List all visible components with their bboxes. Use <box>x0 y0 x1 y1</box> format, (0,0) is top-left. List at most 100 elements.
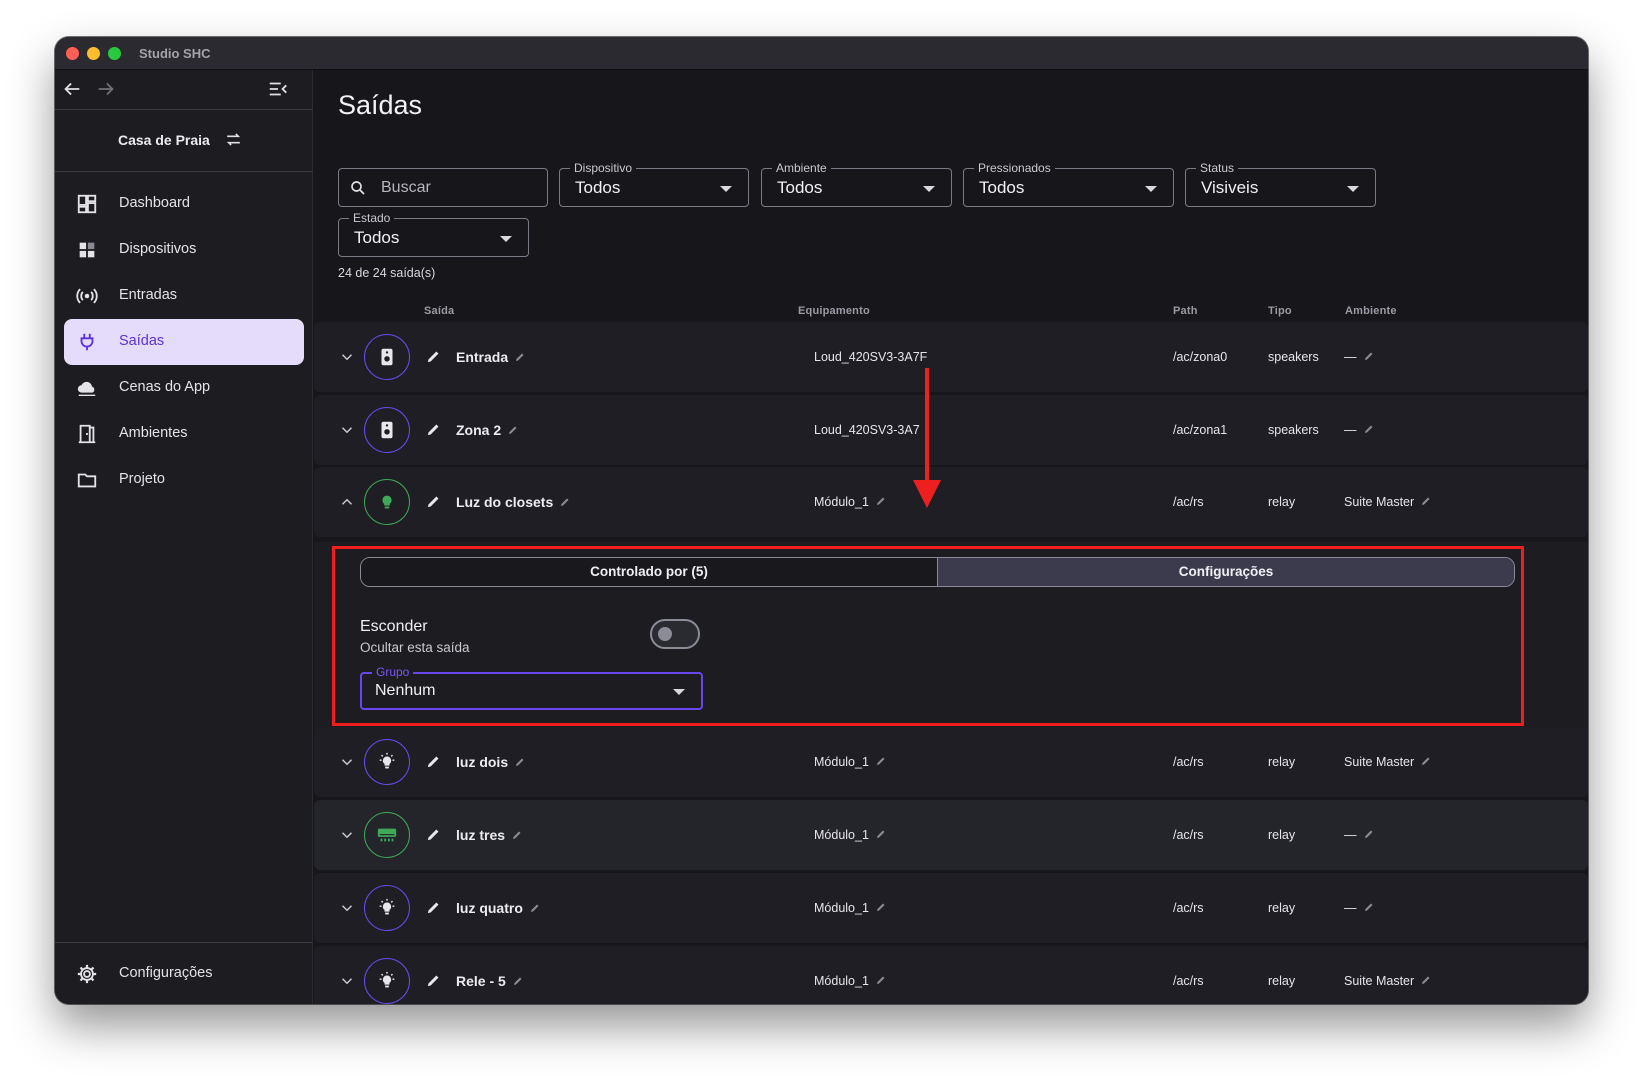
column-header-equipamento: Equipamento <box>798 305 870 317</box>
house-name[interactable]: Casa de Praia <box>118 132 210 148</box>
bulb-icon[interactable] <box>364 739 410 785</box>
bulb-icon[interactable] <box>364 885 410 931</box>
hide-toggle[interactable] <box>650 619 700 649</box>
table-row-expanded[interactable]: Luz do closets Módulo_1 /ac/rs relay Sui… <box>314 467 1588 537</box>
sidebar-item-configuracoes[interactable]: Configurações <box>64 951 304 997</box>
edit-icon[interactable] <box>425 421 442 438</box>
rename-pencil-icon[interactable] <box>511 829 523 841</box>
equipment-pencil-icon[interactable] <box>875 495 887 507</box>
filter-label: Dispositivo <box>570 160 637 176</box>
folder-icon <box>77 473 97 488</box>
filter-dispositivo[interactable]: Dispositivo Todos <box>559 160 749 207</box>
ambiente-pencil-icon[interactable] <box>1420 974 1432 986</box>
detail-tabs: Controlado por (5) Configurações <box>360 557 1515 587</box>
type-value: relay <box>1268 901 1296 915</box>
table-row[interactable]: Entrada Loud_420SV3-3A7F /ac/zona0 speak… <box>314 322 1588 392</box>
table-row[interactable]: Rele - 5 Módulo_1 /ac/rs relay Suite Mas… <box>314 946 1588 1004</box>
filter-status[interactable]: Status Visiveis <box>1185 160 1376 207</box>
air-conditioner-icon[interactable] <box>364 812 410 858</box>
speaker-icon[interactable] <box>364 407 410 453</box>
forward-arrow-icon[interactable] <box>95 78 117 100</box>
rename-pencil-icon[interactable] <box>512 975 524 987</box>
sidebar-item-dispositivos[interactable]: Dispositivos <box>64 227 304 273</box>
dropdown-caret-icon <box>923 186 935 192</box>
table-row[interactable]: luz tres Módulo_1 /ac/rs relay — <box>314 800 1588 870</box>
table-row[interactable]: Zona 2 Loud_420SV3-3A7 /ac/zona1 speaker… <box>314 395 1588 465</box>
ambiente-value: Suite Master <box>1344 974 1415 988</box>
sidebar-item-projeto[interactable]: Projeto <box>64 457 304 503</box>
history-nav <box>55 70 313 110</box>
speaker-icon[interactable] <box>364 334 410 380</box>
house-selector: Casa de Praia <box>55 110 313 172</box>
filter-label: Status <box>1196 160 1239 176</box>
ambiente-pencil-icon[interactable] <box>1363 828 1375 840</box>
edit-icon[interactable] <box>425 493 442 510</box>
close-window-button[interactable] <box>66 47 79 60</box>
ambiente-pencil-icon[interactable] <box>1363 423 1375 435</box>
ambiente-pencil-icon[interactable] <box>1363 901 1375 913</box>
filter-ambiente[interactable]: Ambiente Todos <box>761 160 952 207</box>
toggle-knob <box>658 627 672 641</box>
edit-icon[interactable] <box>425 348 442 365</box>
sidebar-item-entradas[interactable]: Entradas <box>64 273 304 319</box>
ambiente-pencil-icon[interactable] <box>1420 495 1432 507</box>
collapse-menu-icon[interactable] <box>267 78 289 100</box>
minimize-window-button[interactable] <box>87 47 100 60</box>
rename-pencil-icon[interactable] <box>529 902 541 914</box>
rename-pencil-icon[interactable] <box>514 756 526 768</box>
chevron-up-icon[interactable] <box>338 493 356 511</box>
equipment-value: Loud_420SV3-3A7 <box>814 423 920 437</box>
cloud-icon <box>77 381 96 397</box>
output-name: luz tres <box>456 827 506 843</box>
swap-icon[interactable] <box>224 130 243 149</box>
chevron-down-icon[interactable] <box>338 753 356 771</box>
sidebar-item-cenas[interactable]: Cenas do App <box>64 365 304 411</box>
dropdown-caret-icon <box>673 689 685 695</box>
group-value: Nenhum <box>375 682 436 699</box>
zoom-window-button[interactable] <box>108 47 121 60</box>
bulb-icon[interactable] <box>364 479 410 525</box>
back-arrow-icon[interactable] <box>61 78 83 100</box>
main-content: Saídas Buscar Dispositivo Todos Ambiente… <box>314 70 1588 1004</box>
chevron-down-icon[interactable] <box>338 826 356 844</box>
group-select[interactable]: Grupo Nenhum <box>360 665 703 710</box>
column-header-saida: Saída <box>424 305 455 317</box>
filter-pressionados[interactable]: Pressionados Todos <box>963 160 1174 207</box>
equipment-pencil-icon[interactable] <box>875 974 887 986</box>
equipment-pencil-icon[interactable] <box>875 828 887 840</box>
edit-icon[interactable] <box>425 899 442 916</box>
chevron-down-icon[interactable] <box>338 899 356 917</box>
search-input[interactable]: Buscar <box>338 168 548 207</box>
chevron-down-icon[interactable] <box>338 972 356 990</box>
type-value: speakers <box>1268 350 1319 364</box>
edit-icon[interactable] <box>425 753 442 770</box>
edit-icon[interactable] <box>425 826 442 843</box>
plug-icon <box>80 333 94 351</box>
rename-pencil-icon[interactable] <box>559 496 571 508</box>
app-window: Studio SHC Casa de Praia Dashboard Dispo… <box>55 37 1588 1004</box>
sidebar-item-label: Ambientes <box>119 425 188 441</box>
filter-value: Todos <box>354 228 400 247</box>
tab-settings[interactable]: Configurações <box>938 558 1514 586</box>
chevron-down-icon[interactable] <box>338 348 356 366</box>
filter-estado[interactable]: Estado Todos <box>338 210 529 257</box>
tab-controlled-by[interactable]: Controlado por (5) <box>361 558 938 586</box>
ambiente-pencil-icon[interactable] <box>1420 755 1432 767</box>
table-row[interactable]: luz quatro Módulo_1 /ac/rs relay — <box>314 873 1588 943</box>
equipment-pencil-icon[interactable] <box>875 901 887 913</box>
sidebar-item-dashboard[interactable]: Dashboard <box>64 181 304 227</box>
bulb-icon[interactable] <box>364 958 410 1004</box>
results-count: 24 de 24 saída(s) <box>338 266 436 280</box>
dropdown-caret-icon <box>1145 186 1157 192</box>
sidebar-item-ambientes[interactable]: Ambientes <box>64 411 304 457</box>
rename-pencil-icon[interactable] <box>514 351 526 363</box>
column-header-path: Path <box>1173 305 1198 317</box>
ambiente-pencil-icon[interactable] <box>1363 350 1375 362</box>
edit-icon[interactable] <box>425 972 442 989</box>
door-icon <box>78 424 96 444</box>
chevron-down-icon[interactable] <box>338 421 356 439</box>
equipment-pencil-icon[interactable] <box>875 755 887 767</box>
sidebar-item-saidas[interactable]: Saídas <box>64 319 304 365</box>
rename-pencil-icon[interactable] <box>507 424 519 436</box>
table-row[interactable]: luz dois Módulo_1 /ac/rs relay Suite Mas… <box>314 727 1588 797</box>
